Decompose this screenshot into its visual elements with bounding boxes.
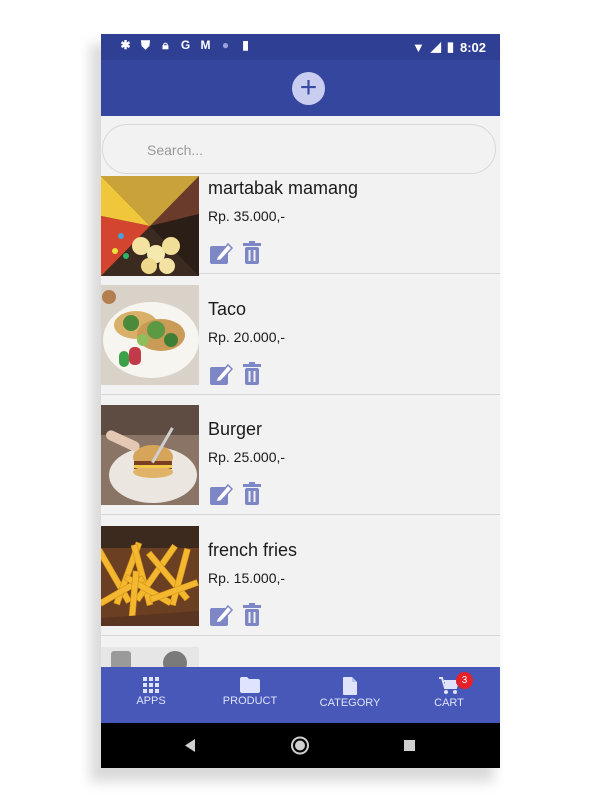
lock-icon: 🔒︎ (162, 38, 169, 52)
nav-label: CART (434, 697, 464, 709)
product-price: Rp. 20.000,- (208, 329, 286, 345)
add-product-button[interactable]: + (292, 72, 325, 105)
bottom-navigation: APPS PRODUCT CATEGORY CART 3 (101, 667, 500, 723)
home-icon[interactable] (289, 723, 311, 768)
recents-icon[interactable] (401, 723, 417, 768)
product-price: Rp. 15.000,- (208, 570, 286, 586)
product-image (101, 405, 199, 505)
product-price: Rp. 35.000,- (208, 208, 286, 224)
search-input[interactable] (145, 139, 449, 161)
google-icon: G (180, 38, 191, 52)
app-bar: + (101, 60, 500, 116)
product-name: french fries (208, 540, 298, 560)
product-row[interactable]: martabak mamang Rp. 35.000,- (101, 176, 500, 276)
product-name: Taco (208, 299, 247, 319)
nav-apps[interactable]: APPS (111, 667, 191, 723)
trash-icon[interactable] (239, 602, 265, 628)
product-image (101, 647, 199, 667)
search-bar[interactable] (102, 124, 496, 174)
circle-icon: ● (221, 38, 230, 52)
product-price: Rp. 25.000,- (208, 449, 286, 465)
gmail-icon: M (200, 38, 211, 52)
trash-icon[interactable] (239, 240, 265, 266)
product-row[interactable]: Taco Rp. 20.000,- (101, 275, 500, 395)
shield-icon: ⛊ (140, 38, 150, 52)
cart-badge: 3 (456, 672, 473, 689)
battery-icon: ▮ (446, 39, 454, 54)
product-name: martabak mamang (208, 178, 359, 198)
back-icon[interactable] (181, 723, 201, 768)
product-name: Burger (208, 419, 263, 439)
edit-icon[interactable] (208, 240, 234, 266)
wifi-icon: ▼ (411, 39, 425, 55)
nav-label: PRODUCT (222, 695, 278, 707)
product-list: martabak mamang Rp. 35.000,- Taco Rp. 20… (101, 176, 500, 667)
status-bar: ✱ ⛊ 🔒︎ G M ● ▮ ▼ ◢ ▮ 8:02 (101, 34, 500, 60)
product-row-partial[interactable] (101, 637, 500, 667)
nav-product[interactable]: PRODUCT (210, 667, 290, 723)
trash-icon[interactable] (239, 361, 265, 387)
product-image (101, 526, 199, 626)
plus-circle-icon: + (299, 71, 318, 104)
nav-cart[interactable]: CART 3 (409, 667, 489, 723)
nav-category[interactable]: CATEGORY (310, 667, 390, 723)
product-row[interactable]: french fries Rp. 15.000,- (101, 516, 500, 636)
edit-icon[interactable] (208, 361, 234, 387)
edit-icon[interactable] (208, 481, 234, 507)
grid-icon (143, 677, 159, 693)
file-icon (343, 677, 357, 695)
edit-icon[interactable] (208, 602, 234, 628)
folder-icon (240, 677, 260, 693)
phone-screen: ✱ ⛊ 🔒︎ G M ● ▮ ▼ ◢ ▮ 8:02 + Search... ma… (101, 34, 500, 768)
signal-icon: ◢ (430, 39, 441, 54)
nav-label: CATEGORY (319, 697, 381, 709)
clock: 8:02 (459, 39, 486, 55)
product-row[interactable]: Burger Rp. 25.000,- (101, 395, 500, 515)
trash-icon[interactable] (239, 481, 265, 507)
nav-label: APPS (136, 695, 166, 707)
product-image (101, 176, 199, 276)
product-image (101, 285, 199, 385)
settings-icon: ✱ (120, 38, 131, 52)
sd-card-icon: ▮ (242, 38, 249, 52)
system-navigation-bar (101, 723, 500, 768)
